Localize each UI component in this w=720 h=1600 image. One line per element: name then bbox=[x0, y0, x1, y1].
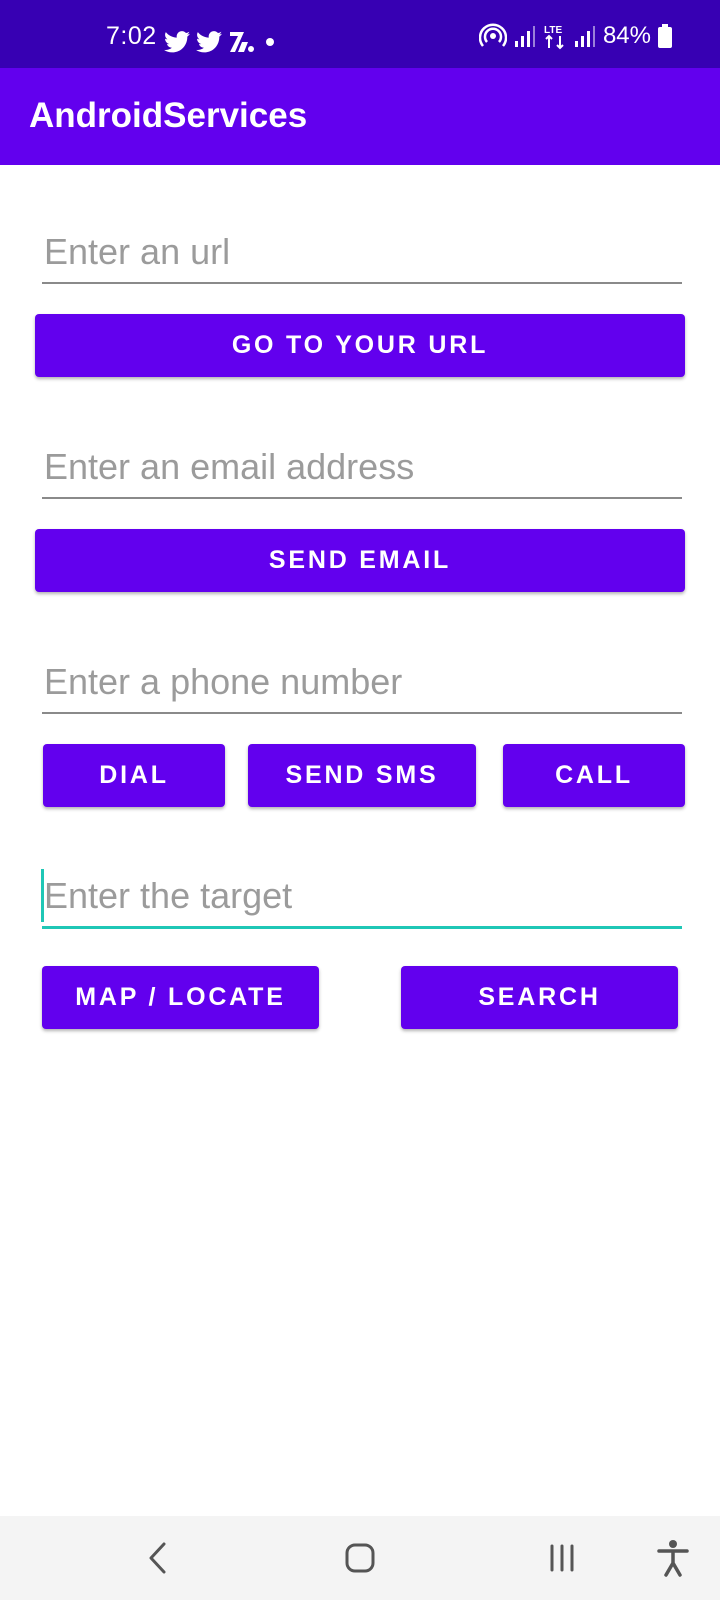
app-bar: AndroidServices bbox=[0, 68, 720, 165]
status-bar: 7:02 LTE 84% bbox=[0, 0, 720, 68]
recents-icon bbox=[550, 1544, 574, 1572]
notification-icons bbox=[164, 30, 278, 54]
go-to-url-button[interactable]: GO TO YOUR URL bbox=[35, 314, 685, 377]
phone-input[interactable] bbox=[42, 652, 682, 714]
accessibility-button[interactable] bbox=[649, 1534, 697, 1582]
battery-percent: 84% bbox=[602, 22, 651, 49]
signal-icon bbox=[574, 26, 595, 47]
text-cursor bbox=[41, 869, 44, 922]
system-status: LTE 84% bbox=[478, 22, 672, 50]
news-icon bbox=[230, 32, 254, 52]
dot-icon bbox=[266, 38, 274, 46]
send-sms-button[interactable]: SEND SMS bbox=[248, 744, 476, 807]
lte-icon: LTE bbox=[544, 25, 564, 50]
search-button[interactable]: SEARCH bbox=[401, 966, 678, 1029]
email-input[interactable] bbox=[42, 437, 682, 499]
status-time: 7:02 bbox=[106, 22, 157, 50]
dial-button[interactable]: DIAL bbox=[43, 744, 225, 807]
recents-button[interactable] bbox=[538, 1534, 586, 1582]
svg-text:LTE: LTE bbox=[544, 25, 562, 36]
app-title: AndroidServices bbox=[29, 96, 308, 135]
back-button[interactable] bbox=[134, 1534, 182, 1582]
call-button[interactable]: CALL bbox=[503, 744, 685, 807]
send-email-button[interactable]: SEND EMAIL bbox=[35, 529, 685, 592]
url-input[interactable] bbox=[42, 222, 682, 284]
navigation-bar bbox=[0, 1516, 720, 1600]
target-input[interactable] bbox=[42, 866, 682, 929]
home-icon bbox=[345, 1543, 375, 1573]
back-icon bbox=[149, 1542, 166, 1574]
twitter-icon bbox=[196, 31, 222, 53]
hotspot-icon bbox=[478, 23, 507, 47]
home-button[interactable] bbox=[336, 1534, 384, 1582]
signal-icon bbox=[514, 26, 535, 47]
accessibility-icon bbox=[657, 1540, 689, 1577]
battery-icon bbox=[658, 24, 672, 48]
map-locate-button[interactable]: MAP / LOCATE bbox=[42, 966, 319, 1029]
twitter-icon bbox=[164, 31, 190, 53]
